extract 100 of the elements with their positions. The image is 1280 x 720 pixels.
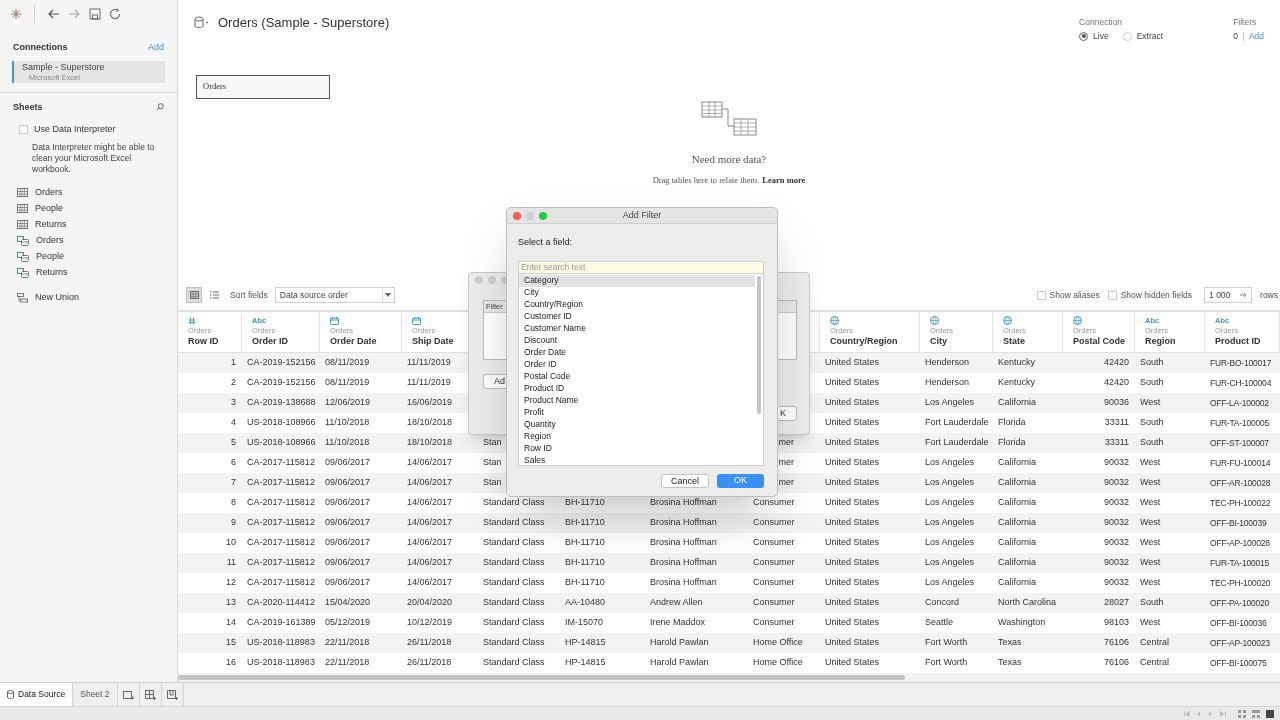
row-number: 10 (226, 536, 236, 550)
row-number: 3 (231, 396, 236, 410)
row-number: 9 (231, 516, 236, 530)
table-cell: Brosina Hoffman (650, 556, 717, 570)
table-cell: US-2018-118983 (247, 636, 315, 650)
dialog-title: Add Filter (622, 208, 662, 222)
table-cell: Fort Worth (925, 656, 968, 670)
table-cell: Brosina Hoffman (650, 536, 717, 550)
table-cell: Standard Class (483, 536, 545, 550)
table-cell: Los Angeles (925, 516, 975, 530)
table-cell: Standard Class (483, 516, 545, 530)
table-cell: CA-2017-115812 (247, 576, 315, 590)
table-cell: mer (778, 436, 794, 450)
table-cell: 14/06/2017 (407, 576, 453, 590)
table-cell: Harold Pawlan (650, 656, 709, 670)
table-cell: West (1140, 616, 1161, 630)
table-cell: West (1140, 556, 1161, 570)
table-cell: South (1140, 416, 1164, 430)
row-number: 7 (231, 476, 236, 490)
table-cell: FUR-TA-100005 (1210, 416, 1270, 430)
table-cell: Los Angeles (925, 576, 975, 590)
table-cell: Brosina Hoffman (650, 496, 717, 510)
sort-label: Sort fields (230, 288, 268, 302)
table-cell: United States (825, 456, 880, 470)
row-number: 15 (226, 636, 236, 650)
row-number: 13 (226, 596, 236, 610)
table-cell: United States (825, 356, 880, 370)
table-cell: United States (825, 476, 880, 490)
table-cell: OFF-BI-100039 (1210, 516, 1267, 530)
table-cell: HP-14815 (565, 636, 606, 650)
prompt-text: Drag tables here to relate them. (652, 174, 760, 187)
table-cell: 18/10/2018 (407, 436, 453, 450)
table-cell: CA-2019-138688 (247, 396, 316, 410)
table-cell: United States (825, 496, 880, 510)
table-cell: 42420 (1103, 376, 1129, 390)
table-cell: Harold Pawlan (650, 636, 709, 650)
table-cell: Washington (998, 616, 1046, 630)
table-cell: Los Angeles (925, 556, 975, 570)
table-cell: Fort Lauderdale (925, 436, 989, 450)
table-cell: 90032 (1103, 536, 1129, 550)
table-cell: Consumer (753, 516, 795, 530)
table-cell: Florida (998, 416, 1026, 430)
table-cell: South (1140, 376, 1164, 390)
table-cell: FUR-TA-100015 (1210, 556, 1270, 570)
datasource-title: Orders (Sample - Superstore) (218, 14, 390, 32)
table-cell: FUR-FU-100014 (1210, 456, 1271, 470)
table-cell: United States (825, 616, 880, 630)
field-label: Filters (1233, 16, 1258, 29)
table-cell: 90032 (1103, 456, 1129, 470)
prompt-label: Select a field: (518, 236, 574, 249)
table-cell: 09/06/2017 (325, 536, 371, 550)
section-title: Sheets (13, 100, 43, 114)
table-cell: 09/06/2017 (325, 456, 371, 470)
table-cell: US-2018-118983 (247, 656, 315, 670)
table-cell: United States (825, 516, 880, 530)
prompt-title: Need more data? (691, 151, 767, 167)
table-cell: 09/06/2017 (325, 476, 371, 490)
table-cell: 20/04/2020 (407, 596, 453, 610)
table-cell: California (998, 536, 1037, 550)
table-cell: 09/06/2017 (325, 576, 371, 590)
table-cell: Stan (483, 476, 502, 490)
table-cell: OFF-AP-100028 (1210, 536, 1270, 550)
table-cell: Central (1140, 656, 1169, 670)
table-cell: 14/06/2017 (407, 496, 453, 510)
table-cell: Los Angeles (925, 496, 975, 510)
table-cell: West (1140, 576, 1161, 590)
table-cell: Standard Class (483, 496, 545, 510)
table-cell: 90036 (1103, 396, 1129, 410)
table-cell: United States (825, 576, 880, 590)
section-title: Connections (13, 41, 68, 54)
table-cell: 11/10/2018 (325, 436, 370, 450)
table-cell: TEC-PH-100020 (1210, 576, 1271, 590)
table-cell: South (1140, 436, 1164, 450)
table-cell: OFF-AP-100023 (1210, 636, 1270, 650)
table-cell: 14/06/2017 (407, 516, 453, 530)
table-cell: 90032 (1103, 476, 1129, 490)
row-number: 16 (226, 656, 236, 670)
row-number: 6 (231, 456, 236, 470)
table-cell: Irene Maddox (650, 616, 706, 630)
table-cell: California (998, 476, 1037, 490)
table-cell: BH-11710 (565, 576, 605, 590)
table-cell: 12/06/2019 (325, 396, 371, 410)
table-cell: CA-2020-114412 (247, 596, 315, 610)
table-cell: North Carolina (998, 596, 1057, 610)
table-cell: United States (825, 656, 880, 670)
table-cell: CA-2019-152156 (247, 376, 316, 390)
table-cell: Consumer (753, 556, 795, 570)
table-cell: OFF-LA-100002 (1210, 396, 1269, 410)
table-cell: 14/06/2017 (407, 556, 453, 570)
table-cell: mer (778, 456, 794, 470)
table-cell: Stan (483, 436, 502, 450)
table-cell: United States (825, 416, 880, 430)
table-cell: Kentucky (998, 356, 1036, 370)
table-cell: Consumer (753, 576, 795, 590)
table-cell: Consumer (753, 536, 795, 550)
table-cell: Standard Class (483, 576, 545, 590)
table-cell: West (1140, 496, 1161, 510)
table-cell: FUR-BO-100017 (1210, 356, 1272, 370)
table-cell: Central (1140, 636, 1169, 650)
table-cell: Henderson (925, 356, 970, 370)
